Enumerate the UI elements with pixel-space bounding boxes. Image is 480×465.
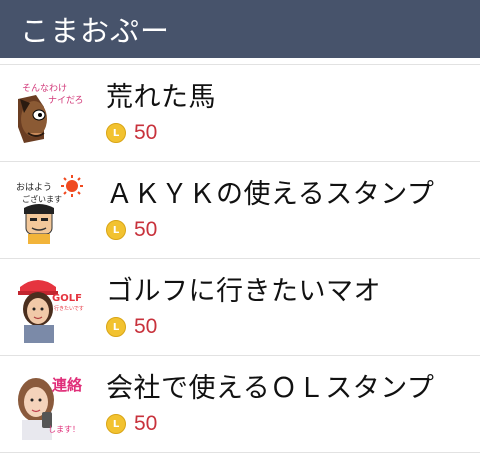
thumb-caption-2: 行きたいです [54, 305, 84, 312]
price-row: L 50 [106, 412, 434, 436]
greeting-sticker-icon: おはよう ございます [14, 174, 86, 246]
coin-icon: L [106, 220, 126, 240]
sticker-name: ＡＫＹＫの使えるスタンプ [106, 179, 435, 210]
sticker-name: ゴルフに行きたいマオ [106, 276, 381, 307]
coin-icon: L [106, 317, 126, 337]
thumb-caption-1: GOLF [52, 293, 82, 304]
coin-icon: L [106, 123, 126, 143]
golf-girl-sticker-icon: GOLF 行きたいです [14, 271, 86, 343]
price-row: L 50 [106, 121, 216, 145]
price-value: 50 [134, 412, 158, 435]
thumb-caption-1: 連絡 [52, 376, 83, 394]
app-header: こまおぷー [0, 0, 480, 58]
thumb-caption-2: ナイだろ [48, 95, 83, 106]
coin-icon: L [106, 414, 126, 434]
list-item[interactable]: GOLF 行きたいです ゴルフに行きたいマオ L 50 [0, 258, 480, 355]
office-lady-sticker-icon: 連絡 します！ [14, 368, 86, 440]
thumb-caption-1: そんなわけ [22, 83, 67, 94]
price-value: 50 [134, 218, 158, 241]
sticker-list: そんなわけ ナイだろ 荒れた馬 L 50 おはよう ございます ＡＫＹＫの使える… [0, 64, 480, 453]
thumb-caption-2: します！ [48, 425, 80, 434]
price-value: 50 [134, 315, 158, 338]
page-title: こまおぷー [20, 14, 171, 48]
list-item[interactable]: そんなわけ ナイだろ 荒れた馬 L 50 [0, 64, 480, 161]
sticker-name: 荒れた馬 [106, 82, 216, 113]
price-row: L 50 [106, 315, 381, 339]
price-value: 50 [134, 121, 158, 144]
thumb-caption-2: ございます [22, 194, 62, 204]
price-row: L 50 [106, 218, 434, 242]
list-item[interactable]: おはよう ございます ＡＫＹＫの使えるスタンプ L 50 [0, 161, 480, 258]
list-item[interactable]: 連絡 します！ 会社で使えるＯＬスタンプ L 50 [0, 355, 480, 453]
horse-sticker-icon: そんなわけ ナイだろ [14, 77, 86, 149]
thumb-caption-1: おはよう [16, 182, 52, 193]
sticker-name: 会社で使えるＯＬスタンプ [106, 373, 435, 404]
